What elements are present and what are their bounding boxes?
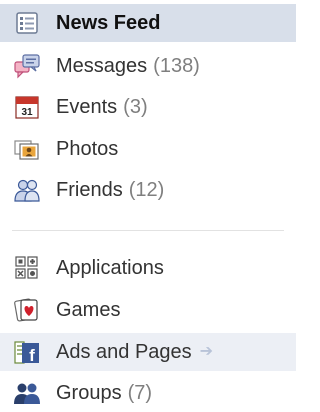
sidebar-item-games[interactable]: Games: [0, 291, 296, 329]
games-icon: [13, 296, 41, 324]
friends-icon: [13, 176, 41, 204]
sidebar-item-label: Messages: [56, 55, 148, 77]
sidebar-item-label: Photos: [56, 138, 119, 160]
events-count: (3): [123, 95, 148, 118]
news-feed-icon: [13, 9, 41, 37]
sidebar-item-photos[interactable]: Photos: [0, 130, 296, 168]
sidebar-item-label: Friends: [56, 179, 123, 201]
sidebar-item-events[interactable]: 31 Events (3): [0, 88, 296, 126]
sidebar-separator: [12, 230, 284, 231]
sidebar-item-messages[interactable]: Messages (138): [0, 47, 296, 85]
messages-icon: [13, 52, 41, 80]
sidebar-item-label: News Feed: [56, 12, 161, 34]
sidebar-item-groups[interactable]: Groups (7): [0, 374, 296, 412]
sidebar-item-label: Games: [56, 299, 121, 321]
messages-count: (138): [153, 54, 200, 77]
groups-count: (7): [127, 381, 153, 404]
events-calendar-number: 31: [21, 107, 33, 118]
ads-pages-icon-letter: f: [29, 346, 35, 365]
sidebar-item-applications[interactable]: Applications: [0, 249, 296, 287]
sidebar-item-label: Ads and Pages: [56, 341, 192, 363]
sidebar-item-label: Groups: [56, 382, 122, 404]
photos-icon: [13, 135, 41, 163]
sidebar-item-label: Events: [56, 96, 118, 118]
groups-icon: [13, 379, 41, 407]
events-calendar-icon: 31: [13, 93, 41, 121]
sidebar-item-ads-and-pages[interactable]: f Ads and Pages ➔: [0, 333, 296, 371]
sidebar-item-friends[interactable]: Friends (12): [0, 171, 296, 209]
applications-icon: [13, 254, 41, 282]
arrow-right-icon[interactable]: ➔: [200, 342, 213, 362]
sidebar-item-label: Applications: [56, 257, 164, 279]
friends-count: (12): [128, 178, 165, 201]
ads-pages-icon: f: [13, 338, 41, 366]
sidebar-item-news-feed[interactable]: News Feed: [0, 4, 296, 42]
